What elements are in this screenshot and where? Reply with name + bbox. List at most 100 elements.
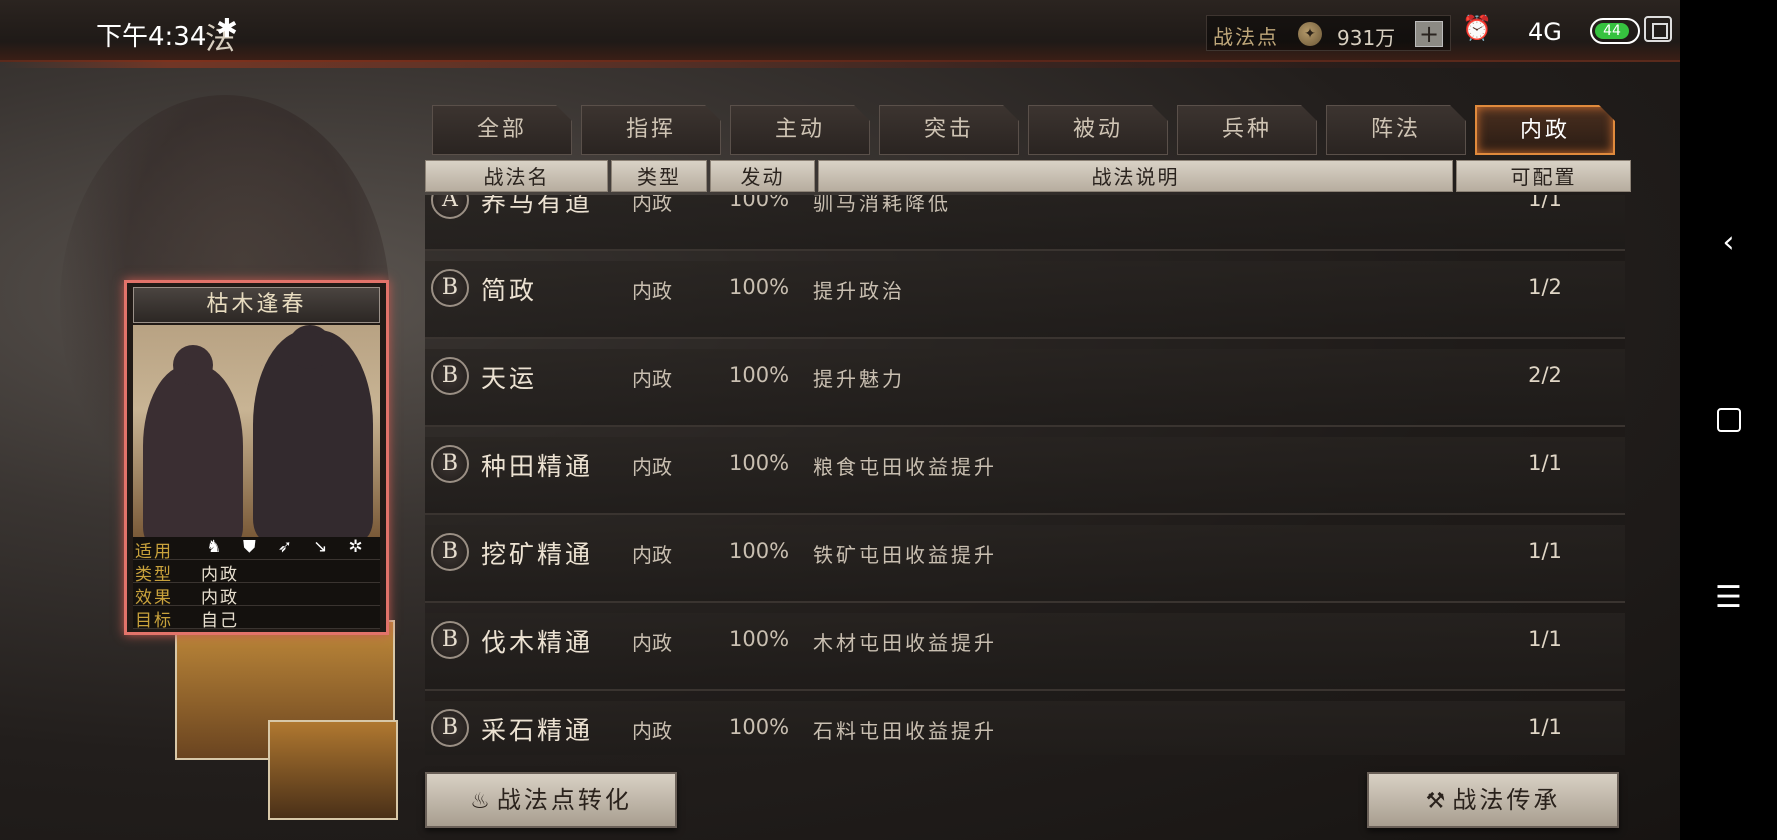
info-row-target: 目标 自己 <box>133 606 380 631</box>
type-label: 类型 <box>135 565 173 585</box>
tactic-available: 2/2 <box>1528 363 1562 387</box>
type-value: 内政 <box>201 565 239 585</box>
menu-icon[interactable]: ☰ <box>1680 580 1777 615</box>
grade-badge: B <box>431 709 469 747</box>
tactic-name: 伐木精通 <box>481 628 594 657</box>
effect-value: 内政 <box>201 588 239 608</box>
tactic-rate: 100% <box>729 627 790 651</box>
effect-label: 效果 <box>135 588 173 608</box>
apply-label: 适用 <box>135 542 173 562</box>
tactic-available: 1/1 <box>1528 195 1562 211</box>
tactic-rate: 100% <box>729 539 790 563</box>
art-figure-left <box>143 365 243 537</box>
tactic-points-panel: 战法点 ✦ 931万 + <box>1206 15 1451 51</box>
column-description: 战法说明 <box>818 160 1453 192</box>
tactic-points-coin-icon: ✦ <box>1298 22 1322 46</box>
convert-points-label: 战法点转化 <box>496 786 632 814</box>
tactic-available: 1/1 <box>1528 451 1562 475</box>
tactic-card-title: 枯木逢春 <box>133 287 380 323</box>
stacked-card[interactable] <box>268 720 398 820</box>
system-icons: ⏰ <box>1462 14 1500 42</box>
battery-level: 44 <box>1595 23 1629 39</box>
flame-icon: ♨ <box>470 789 493 814</box>
wheel-icon: ✲ <box>348 537 363 557</box>
target-label: 目标 <box>135 611 173 631</box>
tab-internal-affairs[interactable]: 内政 <box>1475 105 1615 155</box>
grade-badge: A <box>431 195 469 219</box>
list-item[interactable]: B 伐木精通 内政 100% 木材屯田收益提升 1/1 <box>425 613 1625 691</box>
tactic-available: 1/2 <box>1528 275 1562 299</box>
grade-badge: B <box>431 357 469 395</box>
tab-passive[interactable]: 被动 <box>1028 105 1168 155</box>
horse-icon: ♞ <box>206 537 222 557</box>
tactic-type: 内政 <box>632 279 672 303</box>
tactic-rate: 100% <box>729 195 790 211</box>
tab-troop[interactable]: 兵种 <box>1177 105 1317 155</box>
tactic-name: 简政 <box>481 276 538 305</box>
unit-icons: ♞ ⛊ ➶ ↘ ✲ <box>199 537 371 557</box>
column-type[interactable]: 类型 <box>611 160 707 192</box>
tactic-name: 采石精通 <box>481 716 594 745</box>
grade-badge: B <box>431 269 469 307</box>
tactic-rate: 100% <box>729 451 790 475</box>
tactic-rate: 100% <box>729 363 790 387</box>
top-bar-glow <box>0 60 1680 68</box>
alarm-icon: ⏰ <box>1462 14 1492 42</box>
column-rate[interactable]: 发动 <box>710 160 815 192</box>
tactic-rate: 100% <box>729 275 790 299</box>
tactic-points-label: 战法点 <box>1213 25 1279 49</box>
back-icon[interactable]: ‹ <box>1680 225 1777 260</box>
info-row-apply: 适用 ♞ ⛊ ➶ ↘ ✲ <box>133 537 380 562</box>
column-available[interactable]: 可配置 <box>1456 160 1631 192</box>
battery-icon: 44 <box>1590 18 1640 44</box>
tactic-description: 铁矿屯田收益提升 <box>813 543 997 567</box>
art-head-left <box>173 345 213 385</box>
art-head-right <box>288 325 332 369</box>
grade-badge: B <box>431 445 469 483</box>
tactic-name: 养马有道 <box>481 195 594 217</box>
bow-icon: ➶ <box>277 537 292 557</box>
list-item[interactable]: A 养马有道 内政 100% 驯马消耗降低 1/1 <box>425 195 1625 251</box>
tab-command[interactable]: 指挥 <box>581 105 721 155</box>
tactic-card-info: 适用 ♞ ⛊ ➶ ↘ ✲ 类型 内政 效果 内政 目标 自己 <box>133 537 380 631</box>
list-item[interactable]: B 采石精通 内政 100% 石料屯田收益提升 1/1 <box>425 701 1625 755</box>
status-time: 下午4:34 <box>96 22 207 52</box>
tactic-type: 内政 <box>632 455 672 479</box>
hammer-icon: ⚒ <box>1425 789 1449 814</box>
list-item[interactable]: B 简政 内政 100% 提升政治 1/2 <box>425 261 1625 339</box>
tactic-available: 1/1 <box>1528 539 1562 563</box>
tactic-type: 内政 <box>632 367 672 391</box>
tab-assault[interactable]: 突击 <box>879 105 1019 155</box>
tactic-rate: 100% <box>729 715 790 739</box>
add-points-button[interactable]: + <box>1415 21 1443 47</box>
list-item[interactable]: B 挖矿精通 内政 100% 铁矿屯田收益提升 1/1 <box>425 525 1625 603</box>
tactic-list[interactable]: A 养马有道 内政 100% 驯马消耗降低 1/1 B 简政 内政 100% 提… <box>425 195 1625 755</box>
grade-badge: B <box>431 533 469 571</box>
list-item[interactable]: B 天运 内政 100% 提升魅力 2/2 <box>425 349 1625 427</box>
tab-all[interactable]: 全部 <box>432 105 572 155</box>
tactic-description: 提升政治 <box>813 279 905 303</box>
tactic-description: 驯马消耗降低 <box>813 195 951 215</box>
info-row-effect: 效果 内政 <box>133 583 380 608</box>
grade-badge: B <box>431 621 469 659</box>
tactic-description: 粮食屯田收益提升 <box>813 455 997 479</box>
convert-points-button[interactable]: ♨ 战法点转化 <box>425 772 677 828</box>
tactic-description: 木材屯田收益提升 <box>813 631 997 655</box>
tactic-description: 提升魅力 <box>813 367 905 391</box>
tactic-card[interactable]: 枯木逢春 适用 ♞ ⛊ ➶ ↘ ✲ 类型 内政 效果 内政 目标 自己 <box>124 280 389 635</box>
column-name[interactable]: 战法名 <box>425 160 608 192</box>
inherit-tactic-button[interactable]: ⚒ 战法传承 <box>1367 772 1619 828</box>
tactic-type: 内政 <box>632 631 672 655</box>
tactic-name: 天运 <box>481 364 538 393</box>
list-item[interactable]: B 种田精通 内政 100% 粮食屯田收益提升 1/1 <box>425 437 1625 515</box>
tactic-name: 种田精通 <box>481 452 594 481</box>
tactic-available: 1/1 <box>1528 627 1562 651</box>
system-nav-bar: ‹ ☰ <box>1680 0 1777 840</box>
info-row-type: 类型 内政 <box>133 560 380 585</box>
tab-formation[interactable]: 阵法 <box>1326 105 1466 155</box>
tactic-available: 1/1 <box>1528 715 1562 739</box>
window-mode-icon[interactable] <box>1644 16 1672 42</box>
home-icon[interactable] <box>1680 405 1777 440</box>
tab-active[interactable]: 主动 <box>730 105 870 155</box>
tactic-points-value: 931万 <box>1337 26 1396 50</box>
